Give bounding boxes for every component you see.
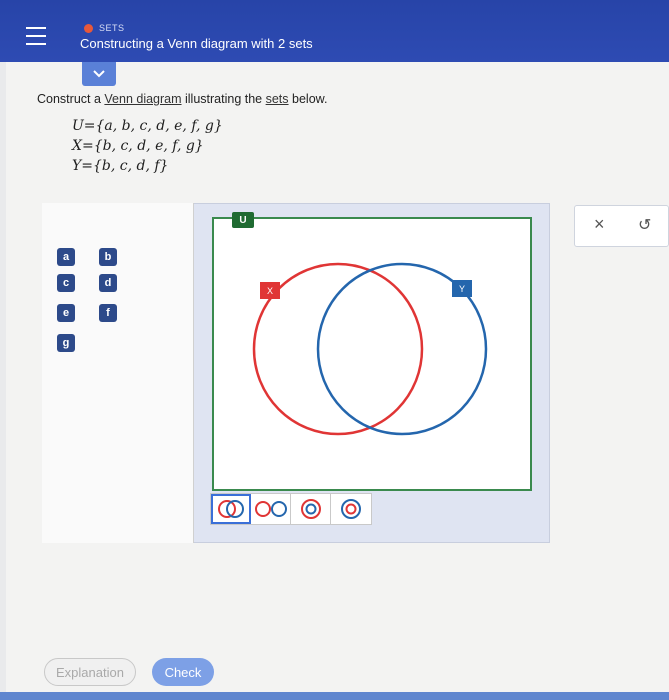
element-g[interactable]: g	[57, 334, 75, 352]
bottom-strip	[0, 692, 669, 700]
chevron-down-icon	[93, 70, 105, 78]
undo-icon[interactable]: ↺	[638, 215, 651, 235]
element-a[interactable]: a	[57, 248, 75, 266]
set-y-label[interactable]: Y	[452, 280, 472, 297]
overlapping-circles-icon	[218, 500, 244, 518]
element-e[interactable]: e	[57, 304, 75, 322]
instruction-prefix: Construct a	[37, 92, 105, 106]
top-bar: SETS Constructing a Venn diagram with 2 …	[0, 0, 669, 62]
element-d[interactable]: d	[99, 274, 117, 292]
menu-icon[interactable]	[26, 27, 46, 45]
element-c[interactable]: c	[57, 274, 75, 292]
instruction-suffix: below.	[288, 92, 328, 106]
clear-icon[interactable]: ×	[594, 214, 605, 235]
region-toolbar	[210, 493, 372, 525]
venn-circles[interactable]	[212, 217, 532, 491]
instruction-middle: illustrating the	[181, 92, 266, 106]
page-title: Constructing a Venn diagram with 2 sets	[80, 36, 313, 51]
set-x-label[interactable]: X	[260, 282, 280, 299]
sets-link[interactable]: sets	[266, 92, 289, 106]
element-b[interactable]: b	[99, 248, 117, 266]
nested-circles-blue-icon	[341, 499, 361, 519]
topic-dot-icon	[84, 23, 93, 33]
tool-panel	[574, 205, 669, 247]
set-u-definition: U={a, b, c, d, e, f, g}	[72, 118, 223, 134]
set-y-definition: Y={b, c, d, f}	[72, 158, 169, 174]
x-inside-y-button[interactable]	[331, 494, 371, 524]
venn-diagram-link[interactable]: Venn diagram	[104, 92, 181, 106]
y-inside-x-button[interactable]	[291, 494, 331, 524]
separate-circles-button[interactable]	[251, 494, 291, 524]
separate-circles-icon	[254, 501, 287, 517]
explanation-button[interactable]: Explanation	[44, 658, 136, 686]
collapse-toggle-button[interactable]	[82, 62, 116, 86]
overlapping-circles-button[interactable]	[211, 494, 251, 524]
topic-text: SETS	[99, 23, 125, 33]
set-x-definition: X={b, c, d, e, f, g}	[72, 138, 204, 154]
check-button[interactable]: Check	[152, 658, 214, 686]
instruction-text: Construct a Venn diagram illustrating th…	[37, 92, 327, 106]
nested-circles-red-icon	[300, 499, 321, 519]
element-f[interactable]: f	[99, 304, 117, 322]
topic-label: SETS	[84, 23, 125, 33]
